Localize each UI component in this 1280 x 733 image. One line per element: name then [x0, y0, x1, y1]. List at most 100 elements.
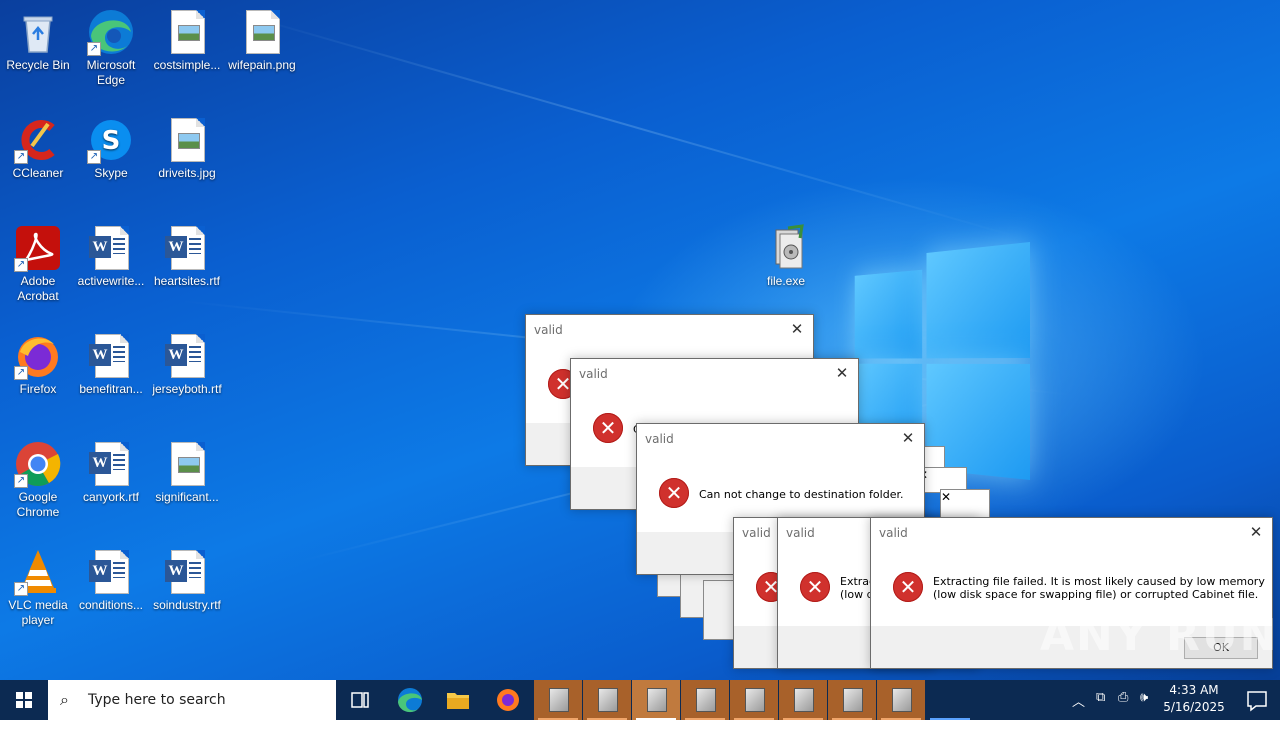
taskbar: ⌕ Type here to search ︿ ⧉ ⎙ 🕪 4:33 AM 5/… [0, 680, 1280, 720]
chevron-up-icon[interactable]: ︿ [1072, 691, 1085, 710]
shortcut-arrow-icon: ↗ [87, 150, 101, 164]
chrome-icon: ↗ [14, 440, 62, 488]
icon-label: driveits.jpg [158, 166, 216, 180]
meet-now-icon[interactable]: ⧉ [1096, 690, 1105, 705]
shortcut-arrow-icon: ↗ [87, 42, 101, 56]
desktop-icon-soindustry[interactable]: W soindustry.rtf [149, 548, 225, 613]
taskbar-app-extractor[interactable] [730, 680, 778, 720]
icon-label: Google Chrome [16, 490, 60, 519]
icon-label: heartsites.rtf [153, 274, 221, 288]
icon-label: Skype [94, 166, 128, 180]
desktop-icon-significant[interactable]: significant... [149, 440, 225, 505]
clock-time: 4:33 AM [1169, 683, 1219, 697]
installer-icon [794, 688, 814, 712]
icon-label: file.exe [766, 274, 806, 288]
dialog-message-line2: (low disk space for swapping file) or co… [933, 588, 1259, 601]
installer-icon [892, 688, 912, 712]
error-icon: ✕ [893, 572, 923, 602]
word-doc-icon: W [163, 224, 211, 272]
desktop-icon-vlc[interactable]: ↗ VLC media player [0, 548, 76, 628]
desktop-icon-file-exe[interactable]: file.exe [748, 224, 824, 289]
icon-label: activewrite... [77, 274, 145, 288]
error-icon: ✕ [800, 572, 830, 602]
desktop-icon-ccleaner[interactable]: ↗ CCleaner [0, 116, 76, 181]
vlc-icon: ↗ [14, 548, 62, 596]
notification-center-button[interactable] [1234, 680, 1280, 720]
task-view-icon[interactable] [336, 680, 384, 720]
desktop[interactable]: Recycle Bin ↗ CCleaner ↗ Adobe Acrobat ↗… [0, 0, 1280, 680]
desktop-icon-skype[interactable]: S ↗ Skype [73, 116, 149, 181]
desktop-icon-driveits[interactable]: driveits.jpg [149, 116, 225, 181]
acrobat-icon: ↗ [14, 224, 62, 272]
icon-label: significant... [155, 490, 219, 504]
installer-icon [843, 688, 863, 712]
close-icon[interactable]: ✕ [900, 430, 916, 446]
firefox-icon: ↗ [14, 332, 62, 380]
ccleaner-icon: ↗ [14, 116, 62, 164]
taskbar-app-extractor[interactable] [681, 680, 729, 720]
desktop-icon-heartsites[interactable]: W heartsites.rtf [149, 224, 225, 289]
firefox-icon[interactable] [484, 680, 532, 720]
installer-icon [598, 688, 618, 712]
desktop-icon-google-chrome[interactable]: ↗ Google Chrome [0, 440, 76, 520]
edge-icon: ↗ [87, 8, 135, 56]
start-button[interactable] [0, 680, 48, 720]
taskbar-app-extractor[interactable] [632, 680, 680, 720]
svg-text:S: S [102, 126, 121, 156]
dialog-title: valid [534, 323, 563, 337]
installer-icon [696, 688, 716, 712]
word-doc-icon: W [163, 332, 211, 380]
desktop-icon-jerseyboth[interactable]: W jerseyboth.rtf [149, 332, 225, 397]
edge-icon[interactable] [386, 680, 434, 720]
stacked-dialog[interactable]: ✕ [940, 489, 990, 519]
volume-icon[interactable]: 🕪 [1140, 690, 1148, 705]
image-file-icon [163, 440, 211, 488]
close-icon[interactable]: ✕ [941, 490, 951, 504]
close-icon[interactable]: ✕ [789, 321, 805, 337]
dialog-title: valid [645, 432, 674, 446]
installer-icon [647, 688, 667, 712]
icon-label: soindustry.rtf [153, 598, 221, 612]
clock-date: 5/16/2025 [1163, 700, 1225, 714]
image-file-icon [163, 8, 211, 56]
desktop-icon-benefitran[interactable]: W benefitran... [73, 332, 149, 397]
icon-label: wifepain.png [228, 58, 296, 72]
image-file-icon [238, 8, 286, 56]
word-doc-icon: W [87, 440, 135, 488]
network-icon[interactable]: ⎙ [1118, 690, 1128, 705]
shortcut-arrow-icon: ↗ [14, 366, 28, 380]
desktop-icon-costsimple[interactable]: costsimple... [149, 8, 225, 73]
word-doc-icon: W [163, 548, 211, 596]
close-icon[interactable]: ✕ [1248, 524, 1264, 540]
taskbar-app-extractor[interactable] [534, 680, 582, 720]
desktop-icon-recycle-bin[interactable]: Recycle Bin [0, 8, 76, 73]
desktop-icon-adobe-acrobat[interactable]: ↗ Adobe Acrobat [0, 224, 76, 304]
taskbar-app-extractor[interactable] [828, 680, 876, 720]
icon-label: benefitran... [79, 382, 143, 396]
taskbar-app-extractor[interactable] [779, 680, 827, 720]
icon-label: costsimple... [153, 58, 221, 72]
clock[interactable]: 4:33 AM 5/16/2025 [1158, 682, 1230, 716]
dialog-title: valid [879, 526, 908, 540]
desktop-icon-wifepain[interactable]: wifepain.png [224, 8, 300, 73]
installer-icon [549, 688, 569, 712]
taskbar-app-extractor[interactable] [877, 680, 925, 720]
dialog-title: valid [579, 367, 608, 381]
image-file-icon [163, 116, 211, 164]
word-doc-icon: W [87, 224, 135, 272]
search-box[interactable]: ⌕ Type here to search [48, 680, 336, 720]
dialog-message-line2: (low d [840, 588, 874, 601]
file-explorer-icon[interactable] [434, 680, 482, 720]
search-placeholder: Type here to search [88, 692, 226, 708]
shortcut-arrow-icon: ↗ [14, 582, 28, 596]
desktop-icon-conditions[interactable]: W conditions... [73, 548, 149, 613]
desktop-icon-canyork[interactable]: W canyork.rtf [73, 440, 149, 505]
anyrun-watermark: ANY RUN [1040, 610, 1279, 661]
desktop-icon-microsoft-edge[interactable]: ↗ Microsoft Edge [73, 8, 149, 88]
desktop-icon-firefox[interactable]: ↗ Firefox [0, 332, 76, 397]
icon-label: canyork.rtf [82, 490, 139, 504]
icon-label: Recycle Bin [6, 58, 70, 72]
desktop-icon-activewrite[interactable]: W activewrite... [73, 224, 149, 289]
taskbar-app-extractor[interactable] [583, 680, 631, 720]
close-icon[interactable]: ✕ [834, 365, 850, 381]
